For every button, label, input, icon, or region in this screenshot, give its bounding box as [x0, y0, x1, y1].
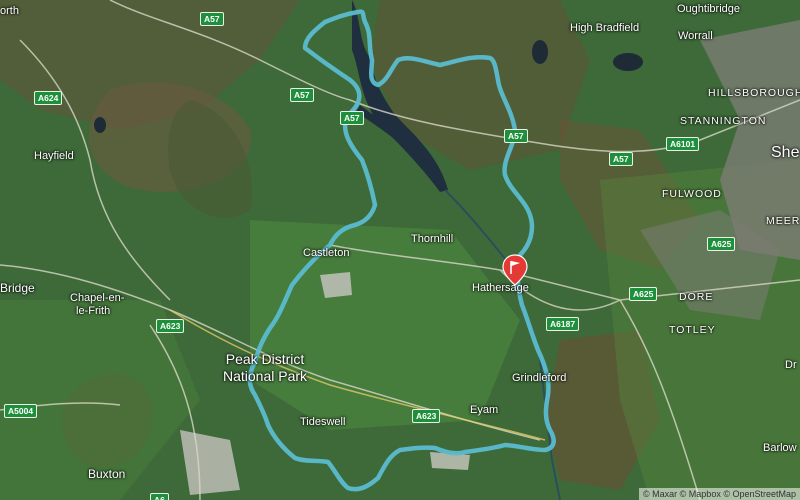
place-label-chapel-line2: le-Frith	[76, 305, 111, 317]
place-label-sheffield: She	[771, 144, 800, 161]
place-label-dore: DORE	[679, 291, 714, 303]
road-shield-a5004: A5004	[4, 404, 38, 418]
place-label-barlow: Barlow	[763, 442, 797, 454]
place-label-castleton: Castleton	[303, 247, 350, 259]
place-label-orth: orth	[0, 5, 19, 17]
road-shield-a57: A57	[504, 129, 528, 143]
park-label: Peak District National Park	[223, 351, 307, 385]
map-canvas[interactable]: Oughtibridge High Bradfield Worrall HILL…	[0, 0, 800, 500]
flag-marker-icon[interactable]	[502, 254, 528, 286]
place-label-dr: Dr	[785, 359, 797, 371]
road-shield-a624: A624	[34, 91, 63, 105]
place-label-chapel-line1: Chapel-en-	[70, 292, 125, 304]
place-label-fulwood: FULWOOD	[662, 188, 722, 200]
place-label-eyam: Eyam	[470, 404, 499, 416]
road-shield-a623: A623	[412, 409, 441, 423]
place-label-totley: TOTLEY	[669, 324, 716, 336]
road-shield-a625: A625	[707, 237, 736, 251]
place-label-tideswell: Tideswell	[300, 416, 346, 428]
map-attribution[interactable]: © Maxar © Mapbox © OpenStreetMap	[639, 488, 800, 500]
place-label-hillsborough: HILLSBOROUGH	[708, 87, 800, 99]
park-label-line1: Peak District	[225, 351, 305, 367]
park-label-line2: National Park	[223, 368, 308, 384]
place-label-stannington: STANNINGTON	[680, 115, 767, 127]
place-label-meer: MEER	[766, 215, 800, 227]
place-label-grindleford: Grindleford	[512, 372, 567, 384]
road-shield-a6187: A6187	[546, 317, 580, 331]
place-label-high-bradfield: High Bradfield	[570, 22, 640, 34]
road-shield-a57: A57	[200, 12, 224, 26]
road-shield-a57: A57	[290, 88, 314, 102]
route-track[interactable]	[0, 0, 800, 500]
place-label-hayfield: Hayfield	[34, 150, 74, 162]
road-shield-a57: A57	[340, 111, 364, 125]
place-label-buxton: Buxton	[88, 467, 126, 481]
place-label-worrall: Worrall	[678, 30, 713, 42]
road-shield-a625: A625	[629, 287, 658, 301]
road-shield-a6101: A6101	[666, 137, 700, 151]
place-label-oughtibridge: Oughtibridge	[677, 3, 740, 15]
place-label-bridge: Bridge	[0, 281, 35, 295]
route-line	[247, 9, 556, 492]
road-shield-a57: A57	[609, 152, 633, 166]
road-shield-a623: A623	[156, 319, 185, 333]
road-shield-a6: A6	[150, 493, 169, 500]
place-label-thornhill: Thornhill	[411, 233, 454, 245]
